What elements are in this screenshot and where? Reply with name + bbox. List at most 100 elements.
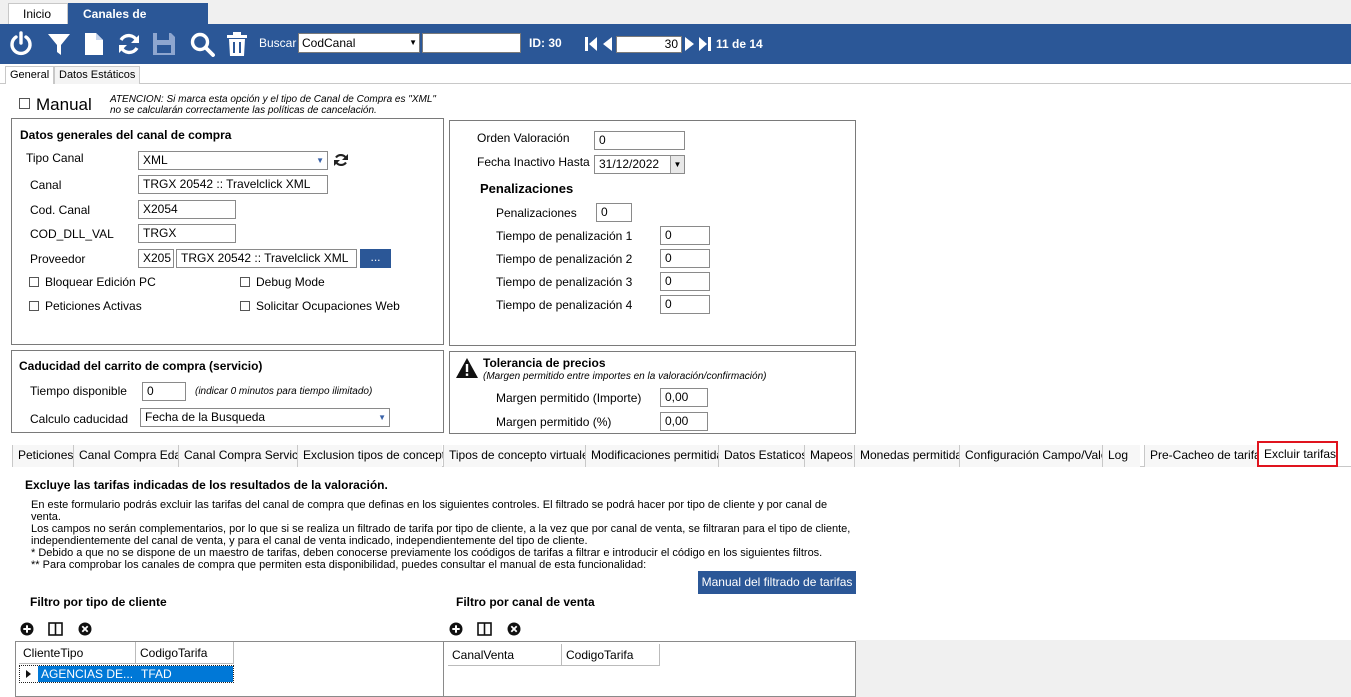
tab-canal-compra-edad[interactable]: Canal Compra Edad xyxy=(73,445,188,467)
proveedor-name-field[interactable]: TRGX 20542 :: Travelclick XML xyxy=(176,249,357,268)
tab-canal-compra-servicio[interactable]: Canal Compra Servicio xyxy=(178,445,307,467)
fecha-inactivo-picker[interactable]: 31/12/2022 ▼ xyxy=(594,155,685,174)
chevron-down-icon: ▼ xyxy=(409,38,417,47)
margen-porcentaje-field[interactable]: 0,00 xyxy=(660,412,708,431)
search-icon[interactable] xyxy=(188,30,216,58)
cod-canal-field[interactable]: X2054 xyxy=(138,200,236,219)
tiempo-penalizacion-4-field[interactable]: 0 xyxy=(660,295,710,314)
debug-mode-checkbox[interactable] xyxy=(240,277,250,287)
proveedor-browse-button[interactable]: ... xyxy=(360,249,391,268)
tab-inicio[interactable]: Inicio xyxy=(8,3,68,24)
tipo-canal-label: Tipo Canal xyxy=(26,151,84,165)
tab-peticiones[interactable]: Peticiones xyxy=(12,445,74,467)
add-icon[interactable] xyxy=(448,621,464,637)
orden-valoracion-field[interactable]: 0 xyxy=(594,131,685,150)
filtro-canal-title: Filtro por canal de venta xyxy=(456,595,595,609)
grid-cliente: ClienteTipo CodigoTarifa AGENCIAS DE... … xyxy=(15,641,444,697)
cod-canal-label: Cod. Canal xyxy=(30,203,91,217)
grid-cell-clientetipo[interactable]: AGENCIAS DE... xyxy=(38,666,137,682)
record-id: ID: 30 xyxy=(529,36,562,50)
power-icon[interactable] xyxy=(7,30,35,58)
filter-icon[interactable] xyxy=(45,30,73,58)
tiempo-penalizacion-3-label: Tiempo de penalización 3 xyxy=(496,275,633,289)
search-field-select[interactable]: CodCanal ▼ xyxy=(298,33,420,53)
tiempo-penalizacion-4-label: Tiempo de penalización 4 xyxy=(496,298,633,312)
calendar-dropdown-icon[interactable]: ▼ xyxy=(670,156,684,173)
calculo-caducidad-select[interactable]: Fecha de la Busqueda ▼ xyxy=(140,408,390,427)
trash-icon[interactable] xyxy=(223,30,251,58)
solicitar-ocupaciones-label: Solicitar Ocupaciones Web xyxy=(256,299,400,313)
add-icon[interactable] xyxy=(19,621,35,637)
chevron-down-icon: ▼ xyxy=(378,413,386,422)
new-document-icon[interactable] xyxy=(80,30,108,58)
tab-exclusion-tipos-concepto[interactable]: Exclusion tipos de concepto xyxy=(297,445,452,467)
previous-record-icon[interactable] xyxy=(600,30,614,58)
first-record-icon[interactable] xyxy=(584,30,598,58)
grid-canal: CanalVenta CodigoTarifa xyxy=(444,641,856,697)
app-window: Inicio Canales de Compra Buscar CodCanal… xyxy=(0,0,1351,697)
columns-icon[interactable] xyxy=(476,621,492,637)
penalizaciones-label: Penalizaciones xyxy=(496,206,577,220)
tab-canales-de-compra[interactable]: Canales de Compra xyxy=(68,3,208,41)
datos-generales-title: Datos generales del canal de compra xyxy=(20,128,232,142)
remove-icon[interactable] xyxy=(506,621,522,637)
next-record-icon[interactable] xyxy=(683,30,697,58)
tab-pre-cacheo-tarifas[interactable]: Pre-Cacheo de tarifas xyxy=(1144,445,1267,467)
grid-cliente-header-codigotarifa[interactable]: CodigoTarifa xyxy=(136,642,234,664)
last-record-icon[interactable] xyxy=(697,30,713,58)
tab-mapeos[interactable]: Mapeos xyxy=(804,445,854,467)
tab-general[interactable]: General xyxy=(5,66,55,84)
tolerancia-title: Tolerancia de precios xyxy=(483,356,606,370)
tab-tipos-concepto-virtuales[interactable]: Tipos de concepto virtuales xyxy=(443,445,595,467)
tab-excluir-tarifas[interactable]: Excluir tarifas xyxy=(1257,441,1338,467)
detail-tab-bar: Peticiones Canal Compra Edad Canal Compr… xyxy=(12,441,1351,467)
refresh-icon[interactable] xyxy=(333,152,349,168)
record-number-input[interactable]: 30 xyxy=(616,36,682,53)
search-input[interactable] xyxy=(422,33,521,53)
tiempo-penalizacion-3-field[interactable]: 0 xyxy=(660,272,710,291)
tab-log[interactable]: Log xyxy=(1102,445,1140,467)
tiempo-disponible-field[interactable]: 0 xyxy=(142,382,186,401)
tab-datos-estaticos-detail[interactable]: Datos Estaticos xyxy=(718,445,807,467)
toolbar: Buscar CodCanal ▼ ID: 30 30 11 de 14 xyxy=(0,24,1351,64)
proveedor-code-field[interactable]: X205 xyxy=(138,249,174,268)
excluir-text-4: ** Para comprobar los canales de compra … xyxy=(31,559,647,571)
peticiones-activas-label: Peticiones Activas xyxy=(45,299,142,313)
orden-valoracion-label: Orden Valoración xyxy=(477,131,570,145)
peticiones-activas-checkbox[interactable] xyxy=(29,301,39,311)
grid-canal-header-codigotarifa[interactable]: CodigoTarifa xyxy=(562,644,660,666)
row-selector-icon xyxy=(20,666,38,682)
chevron-down-icon: ▼ xyxy=(316,156,324,165)
tiempo-penalizacion-2-label: Tiempo de penalización 2 xyxy=(496,252,633,266)
tab-monedas-permitidas[interactable]: Monedas permitidas xyxy=(854,445,968,467)
columns-icon[interactable] xyxy=(47,621,63,637)
tab-datos-estaticos[interactable]: Datos Estáticos xyxy=(54,66,141,84)
penalizaciones-title: Penalizaciones xyxy=(480,181,574,196)
grid-cliente-toolbar xyxy=(15,617,444,641)
save-icon[interactable] xyxy=(150,30,178,58)
penalizaciones-field[interactable]: 0 xyxy=(596,203,632,222)
search-field-value: CodCanal xyxy=(302,36,356,50)
manual-checkbox[interactable] xyxy=(19,98,30,109)
manual-note-line1: ATENCION: Si marca esta opción y el tipo… xyxy=(110,94,436,105)
grid-cliente-header-clientetipo[interactable]: ClienteTipo xyxy=(19,642,136,664)
tiempo-disponible-note: (indicar 0 minutos para tiempo ilimitado… xyxy=(195,386,373,397)
tiempo-penalizacion-2-field[interactable]: 0 xyxy=(660,249,710,268)
cod-dll-field[interactable]: TRGX xyxy=(138,224,236,243)
tipo-canal-select[interactable]: XML ▼ xyxy=(138,151,328,170)
bloquear-edicion-checkbox[interactable] xyxy=(29,277,39,287)
tab-modificaciones-permitidas[interactable]: Modificaciones permitidas xyxy=(585,445,729,467)
remove-icon[interactable] xyxy=(77,621,93,637)
grid-cell-codigotarifa[interactable]: TFAD xyxy=(137,666,233,682)
manual-label: Manual xyxy=(36,95,92,114)
manual-filtrado-button[interactable]: Manual del filtrado de tarifas xyxy=(698,571,856,594)
table-row[interactable]: AGENCIAS DE... TFAD xyxy=(19,665,234,683)
refresh-icon[interactable] xyxy=(115,30,143,58)
grid-canal-header-canalventa[interactable]: CanalVenta xyxy=(448,644,562,666)
canal-field[interactable]: TRGX 20542 :: Travelclick XML xyxy=(138,175,328,194)
tab-configuracion-campo-valor[interactable]: Configuración Campo/Valor xyxy=(959,445,1112,467)
solicitar-ocupaciones-checkbox[interactable] xyxy=(240,301,250,311)
tiempo-penalizacion-1-field[interactable]: 0 xyxy=(660,226,710,245)
margen-importe-field[interactable]: 0,00 xyxy=(660,388,708,407)
margen-porcentaje-label: Margen permitido (%) xyxy=(496,415,612,429)
